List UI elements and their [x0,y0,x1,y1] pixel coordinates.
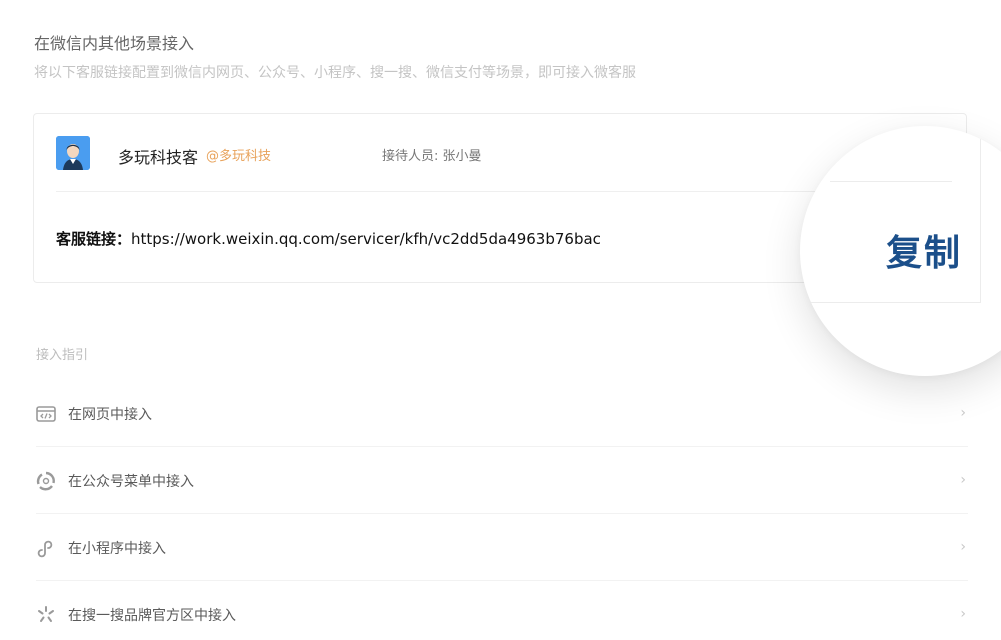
corp-tag: @多玩科技 [206,149,272,164]
mini-program-icon [36,538,56,558]
service-link-label: 客服链接： [56,230,132,248]
chevron-right-icon: › [960,472,966,488]
chevron-right-icon: › [960,606,966,622]
section-subtitle: 将以下客服链接配置到微信内网页、公众号、小程序、搜一搜、微信支付等场景，即可接入… [34,65,636,81]
section-title: 在微信内其他场景接入 [34,34,195,53]
staff-info: 接待人员: 张小曼 [382,149,482,164]
chevron-right-icon: › [960,539,966,555]
official-account-icon [36,471,56,491]
guide-title: 接入指引 [36,348,89,363]
account-name: 多玩科技客 [118,148,199,167]
guide-item-search[interactable]: 在搜一搜品牌官方区中接入 › [36,581,968,640]
service-link-row: 客服链接：https://work.weixin.qq.com/servicer… [56,228,601,249]
divider [980,126,981,302]
guide-item-web[interactable]: 在网页中接入 › [36,380,968,447]
guide-item-mini-program[interactable]: 在小程序中接入 › [36,514,968,581]
web-code-icon [36,404,56,424]
guide-item-label: 在小程序中接入 [68,541,166,557]
guide-item-label: 在公众号菜单中接入 [68,474,194,490]
copy-button[interactable]: 复制 [886,224,962,276]
service-link-url[interactable]: https://work.weixin.qq.com/servicer/kfh/… [131,230,601,248]
guide-item-label: 在网页中接入 [68,407,152,423]
chevron-right-icon: › [960,405,966,421]
divider [800,302,981,303]
divider [830,181,952,182]
guide-item-official-account[interactable]: 在公众号菜单中接入 › [36,447,968,514]
user-avatar-icon [56,136,90,170]
guide-item-label: 在搜一搜品牌官方区中接入 [68,608,236,624]
search-sparkle-icon [36,605,56,625]
card-header: 多玩科技客 @多玩科技 接待人员: 张小曼 [56,114,952,192]
